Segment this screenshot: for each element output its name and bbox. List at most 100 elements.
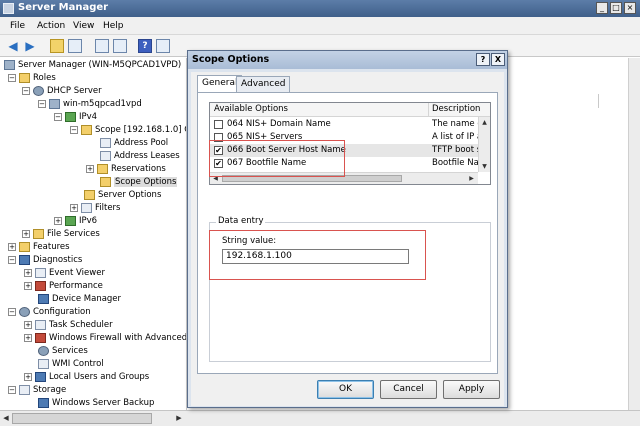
tree-node-filters[interactable]: + Filters [70,202,120,214]
tree-node-scope[interactable]: − Scope [192.168.1.0] C [70,124,186,136]
tree-node-device-manager[interactable]: Device Manager [38,293,121,305]
help-icon[interactable]: ? [138,39,152,53]
collapse-icon[interactable]: − [8,307,16,316]
option-checkbox[interactable] [214,120,223,129]
expand-icon[interactable]: + [70,203,78,212]
properties-icon[interactable] [95,39,109,53]
tree-node-diagnostics[interactable]: − Diagnostics [8,254,82,266]
expand-icon[interactable]: + [24,281,32,290]
dialog-body: General Advanced Available Options Descr… [191,72,504,406]
dialog-titlebar: Scope Options ? X [188,51,507,69]
performance-icon [35,280,46,291]
data-entry-legend: Data entry [216,216,266,226]
collapse-icon[interactable]: − [54,112,62,121]
tree-node-dhcp[interactable]: − DHCP Server [22,85,102,97]
general-tab-panel: Available Options Description 064 NIS+ D… [197,92,498,374]
tree-node-root[interactable]: Server Manager (WIN-M5QPCAD1VPD) [4,59,181,71]
list-vertical-scrollbar[interactable]: ▲ ▼ [478,117,490,172]
tree-node-host[interactable]: − win-m5qpcad1vpd [38,98,142,110]
expand-icon[interactable]: + [54,216,62,225]
tree-node-features[interactable]: + Features [8,241,70,253]
server-icon [49,98,60,109]
menu-file[interactable]: File [10,21,25,31]
maximize-button[interactable]: □ [610,2,622,14]
expand-icon[interactable]: + [22,229,30,238]
filter-icon [81,202,92,213]
dialog-help-button[interactable]: ? [476,53,490,66]
tree-node-ipv4[interactable]: − IPv4 [54,111,97,123]
tab-advanced[interactable]: Advanced [236,76,291,92]
wmi-icon [38,358,49,369]
tree-node-event-viewer[interactable]: + Event Viewer [24,267,105,279]
option-row-064[interactable]: 064 NIS+ Domain Name The name o [210,118,478,131]
users-icon [35,371,46,382]
tree-node-address-pool[interactable]: Address Pool [100,137,168,149]
scroll-right-icon[interactable]: ▶ [466,173,477,184]
collapse-icon[interactable]: − [8,385,16,394]
tree-node-backup[interactable]: Windows Server Backup [38,397,154,409]
expand-icon[interactable]: + [8,242,16,251]
apply-button[interactable]: Apply [443,380,500,399]
folder-up-icon[interactable] [50,39,64,53]
console-icon[interactable] [68,39,82,53]
ipv4-icon [65,111,76,122]
menu-action[interactable]: Action [37,21,65,31]
expand-icon[interactable]: + [24,268,32,277]
tree-node-storage[interactable]: − Storage [8,384,66,396]
forward-arrow-icon[interactable]: ▶ [23,39,37,53]
scroll-right-icon[interactable]: ▶ [174,413,184,424]
menu-view[interactable]: View [73,21,94,31]
back-arrow-icon[interactable]: ◀ [6,39,20,53]
menu-help[interactable]: Help [103,21,124,31]
tree-node-ipv6[interactable]: + IPv6 [54,215,97,227]
backup-icon [38,397,49,408]
address-leases-icon [100,150,111,161]
tree-node-wmi[interactable]: WMI Control [38,358,104,370]
folder-icon [19,72,30,83]
configuration-icon [19,306,30,317]
tree-node-configuration[interactable]: − Configuration [8,306,91,318]
collapse-icon[interactable]: − [8,255,16,264]
collapse-icon[interactable]: − [70,125,78,134]
list-header: Available Options Description [210,103,490,117]
expand-icon[interactable]: + [24,320,32,329]
collapse-icon[interactable]: − [8,73,16,82]
column-available-options[interactable]: Available Options [214,104,288,114]
firewall-icon [35,332,46,343]
column-description[interactable]: Description [432,104,480,114]
scroll-up-icon[interactable]: ▲ [479,117,490,128]
expand-icon[interactable]: + [24,333,32,342]
close-button[interactable]: × [624,2,636,14]
tree-node-firewall[interactable]: + Windows Firewall with Advanced S [24,332,186,344]
tree-node-performance[interactable]: + Performance [24,280,103,292]
tree-node-reservations[interactable]: + Reservations [86,163,166,175]
expand-icon[interactable]: + [86,164,94,173]
ok-button[interactable]: OK [317,380,374,399]
tree-node-roles[interactable]: − Roles [8,72,56,84]
dialog-close-button[interactable]: X [491,53,505,66]
expand-icon[interactable]: + [24,372,32,381]
tree-node-file-services[interactable]: + File Services [22,228,100,240]
tree-node-services[interactable]: Services [38,345,88,357]
minimize-button[interactable]: _ [596,2,608,14]
collapse-icon[interactable]: − [38,99,46,108]
tree-node-scope-options[interactable]: Scope Options [100,176,178,188]
server-manager-icon [3,3,14,14]
menu-bar: File Action View Help [0,17,640,35]
tree-node-server-options[interactable]: Server Options [84,189,161,201]
view-icon[interactable] [156,39,170,53]
details-vertical-scrollbar[interactable] [628,58,640,410]
tree-node-local-users[interactable]: + Local Users and Groups [24,371,149,383]
scroll-thumb[interactable] [12,413,152,424]
tree-node-address-leases[interactable]: Address Leases [100,150,180,162]
folder-icon [19,241,30,252]
folder-icon [97,163,108,174]
collapse-icon[interactable]: − [22,86,30,95]
ipv6-icon [65,215,76,226]
scroll-left-icon[interactable]: ◀ [1,413,11,424]
refresh-icon[interactable] [113,39,127,53]
cancel-button[interactable]: Cancel [380,380,437,399]
tree-node-task-scheduler[interactable]: + Task Scheduler [24,319,113,331]
scroll-down-icon[interactable]: ▼ [479,161,490,172]
tree-horizontal-scrollbar[interactable]: ◀ ▶ [0,410,186,426]
